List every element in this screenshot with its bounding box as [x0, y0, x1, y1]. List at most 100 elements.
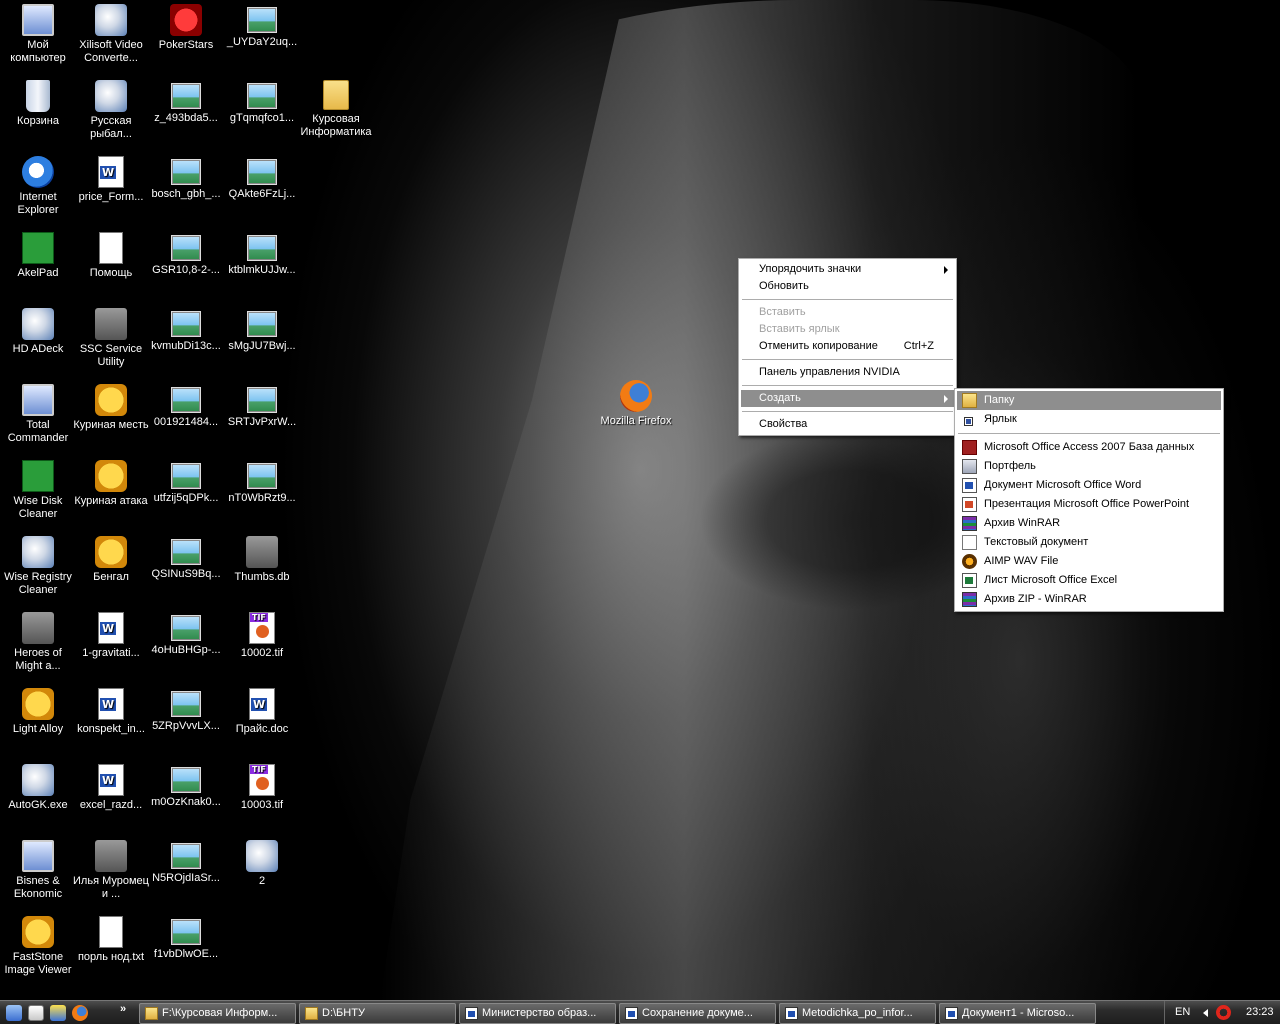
desktop-icon-folder-kursovaya[interactable]: Курсовая Информатика	[298, 80, 374, 139]
desktop-icon-image[interactable]: m0OzKnak0...	[148, 764, 224, 809]
desktop-icon-wise-disk-cleaner[interactable]: Wise Disk Cleaner	[0, 460, 76, 521]
desktop-icon-image[interactable]: QAkte6FzLj...	[224, 156, 300, 201]
menu-item-paste[interactable]: Вставить	[741, 304, 954, 321]
submenu-item-label: AIMP WAV File	[984, 555, 1059, 567]
desktop-icon-image[interactable]: utfzij5qDPk...	[148, 460, 224, 505]
desktop-icon-label: 10003.tif	[240, 799, 284, 811]
desktop-icon-stack[interactable]: 2	[224, 840, 300, 888]
taskbar-button-kursovaya-folder[interactable]: F:\Курсовая Информ...	[139, 1003, 296, 1024]
desktop-icon-image[interactable]: z_493bda5...	[148, 80, 224, 125]
menu-item-undo-copy[interactable]: Отменить копирование Ctrl+Z	[741, 338, 954, 355]
desktop-icon-my-computer[interactable]: Мой компьютер	[0, 4, 76, 65]
taskbar-button-bntu-folder[interactable]: D:\БНТУ	[299, 1003, 456, 1024]
opera-icon[interactable]	[1216, 1005, 1231, 1020]
submenu-item-label: Ярлык	[984, 413, 1017, 425]
desktop-icon-image[interactable]: SRTJvPxrW...	[224, 384, 300, 429]
show-desktop-icon[interactable]	[6, 1005, 22, 1021]
tray-expand-arrow-icon[interactable]	[1203, 1009, 1208, 1017]
desktop-icon-image[interactable]: 4oHuBHGp-...	[148, 612, 224, 657]
image-file-icon	[171, 311, 201, 337]
desktop-icon-akelpad[interactable]: AkelPad	[0, 232, 76, 280]
desktop-icon-label: Мой компьютер	[10, 39, 66, 64]
menu-item-nvidia-control-panel[interactable]: Панель управления NVIDIA	[741, 364, 954, 381]
desktop-icon-tif[interactable]: 10003.tif	[224, 764, 300, 812]
submenu-item-shortcut[interactable]: Ярлык	[957, 410, 1221, 429]
menu-item-properties[interactable]: Свойства	[741, 416, 954, 433]
desktop-icon-xilisoft[interactable]: Xilisoft Video Converte...	[73, 4, 149, 65]
desktop-icon-tif[interactable]: 10002.tif	[224, 612, 300, 660]
text-editor-icon[interactable]	[28, 1005, 44, 1021]
desktop-icon-bengal[interactable]: Бенгал	[73, 536, 149, 584]
desktop-icon-chicken-attack[interactable]: Куриная атака	[73, 460, 149, 508]
taskbar-button-word-doc[interactable]: Сохранение докуме...	[619, 1003, 776, 1024]
desktop-icon-chicken-revenge[interactable]: Куриная месть	[73, 384, 149, 432]
akelpad-icon	[22, 232, 54, 264]
desktop-icon-help[interactable]: Помощь	[73, 232, 149, 280]
desktop-icon-light-alloy[interactable]: Light Alloy	[0, 688, 76, 736]
menu-item-refresh[interactable]: Обновить	[741, 278, 954, 295]
image-file-icon	[171, 235, 201, 261]
desktop-icon-ilya-muromets[interactable]: Илья Муромец и ...	[73, 840, 149, 901]
desktop-icon-fishing[interactable]: Русская рыбал...	[73, 80, 149, 141]
desktop-icon-bisnes[interactable]: Bisnes & Ekonomic	[0, 840, 76, 901]
submenu-item-access-db[interactable]: Microsoft Office Access 2007 База данных	[957, 438, 1221, 457]
menu-item-arrange-icons[interactable]: Упорядочить значки	[741, 261, 954, 278]
desktop-icon-hd-adeck[interactable]: HD ADeck	[0, 308, 76, 356]
desktop-icon-total-commander[interactable]: Total Commander	[0, 384, 76, 445]
firefox-icon[interactable]	[72, 1005, 88, 1021]
submenu-item-winrar-archive[interactable]: Архив WinRAR	[957, 514, 1221, 533]
desktop-icon-image[interactable]: QSINuS9Bq...	[148, 536, 224, 581]
desktop-icon-image[interactable]: 5ZRpVvvLX...	[148, 688, 224, 733]
desktop-icon-image[interactable]: ktblmkUJJw...	[224, 232, 300, 277]
desktop-icon-word-doc[interactable]: 1-gravitati...	[73, 612, 149, 660]
clock[interactable]: 23:23	[1246, 1006, 1274, 1018]
menu-item-new[interactable]: Создать	[741, 390, 954, 407]
desktop-icon-word-doc[interactable]: konspekt_in...	[73, 688, 149, 736]
desktop-icon-recycle-bin[interactable]: Корзина	[0, 80, 76, 128]
desktop-icon-word-doc[interactable]: Прайс.doc	[224, 688, 300, 736]
desktop-icon-label: 10002.tif	[240, 647, 284, 659]
desktop-icon-image[interactable]: 001921484...	[148, 384, 224, 429]
language-indicator[interactable]: EN	[1175, 1006, 1190, 1018]
access-icon	[962, 440, 977, 455]
desktop-icon-image[interactable]: _UYDaY2uq...	[224, 4, 300, 49]
taskbar-button-word-doc[interactable]: Документ1 - Microso...	[939, 1003, 1096, 1024]
desktop-icon-wise-registry-cleaner[interactable]: Wise Registry Cleaner	[0, 536, 76, 597]
submenu-item-folder[interactable]: Папку	[957, 391, 1221, 410]
desktop-icon-image[interactable]: GSR10,8-2-...	[148, 232, 224, 277]
submenu-item-label: Папку	[984, 394, 1015, 406]
desktop-icon-heroes[interactable]: Heroes of Might a...	[0, 612, 76, 673]
desktop-icon-label: z_493bda5...	[154, 112, 218, 124]
desktop-icon-thumbs-db[interactable]: Thumbs.db	[224, 536, 300, 584]
submenu-item-text-document[interactable]: Текстовый документ	[957, 533, 1221, 552]
taskbar-button-word-doc[interactable]: Metodichka_po_infor...	[779, 1003, 936, 1024]
taskbar-button-word-doc[interactable]: Министерство образ...	[459, 1003, 616, 1024]
taskbar-button-label: Metodichka_po_infor...	[802, 1007, 913, 1019]
light-alloy-icon[interactable]	[50, 1005, 66, 1021]
desktop-icon-image[interactable]: f1vbDlwOE...	[148, 916, 224, 961]
submenu-item-word-document[interactable]: Документ Microsoft Office Word	[957, 476, 1221, 495]
desktop-icon-word-doc[interactable]: excel_razd...	[73, 764, 149, 812]
desktop-icon-ssc-service[interactable]: SSC Service Utility	[73, 308, 149, 369]
desktop-icon-faststone[interactable]: FastStone Image Viewer	[0, 916, 76, 977]
desktop-icon-pokerstars[interactable]: PokerStars	[148, 4, 224, 52]
quick-launch-more-button[interactable]: »	[120, 1003, 126, 1015]
desktop-icon-firefox[interactable]: Mozilla Firefox	[598, 380, 674, 428]
submenu-item-aimp-wav[interactable]: AIMP WAV File	[957, 552, 1221, 571]
desktop-icon-image[interactable]: N5ROjdIaSr...	[148, 840, 224, 885]
desktop-icon-image[interactable]: bosch_gbh_...	[148, 156, 224, 201]
submenu-item-briefcase[interactable]: Портфель	[957, 457, 1221, 476]
desktop-icon-text-file[interactable]: порль нод.txt	[73, 916, 149, 964]
desktop-icon-image[interactable]: nT0WbRzt9...	[224, 460, 300, 505]
desktop-icon-image[interactable]: sMgJU7Bwj...	[224, 308, 300, 353]
word-document-icon	[249, 688, 275, 720]
desktop-icon-image[interactable]: kvmubDi13c...	[148, 308, 224, 353]
desktop-icon-autogk[interactable]: AutoGK.exe	[0, 764, 76, 812]
desktop-icon-image[interactable]: gTqmqfco1...	[224, 80, 300, 125]
submenu-item-powerpoint[interactable]: Презентация Microsoft Office PowerPoint	[957, 495, 1221, 514]
submenu-item-zip-archive[interactable]: Архив ZIP - WinRAR	[957, 590, 1221, 609]
submenu-item-excel-sheet[interactable]: Лист Microsoft Office Excel	[957, 571, 1221, 590]
desktop-icon-internet-explorer[interactable]: Internet Explorer	[0, 156, 76, 217]
menu-item-paste-shortcut[interactable]: Вставить ярлык	[741, 321, 954, 338]
desktop-icon-word-doc[interactable]: price_Form...	[73, 156, 149, 204]
